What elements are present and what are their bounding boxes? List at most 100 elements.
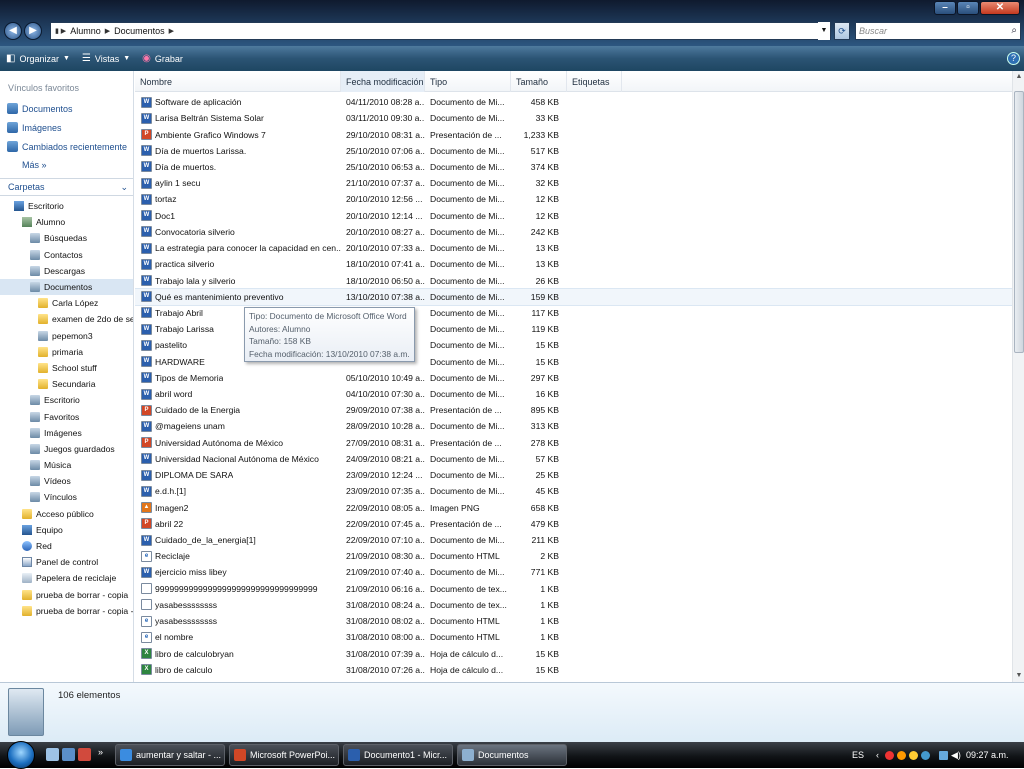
favorite-link-pictures[interactable]: Imágenes xyxy=(0,118,133,137)
back-button[interactable]: ◀ xyxy=(4,22,22,40)
tree-item[interactable]: Documentos xyxy=(0,278,133,296)
file-row[interactable]: Wpractica silverio 18/10/2010 07:41 a... D… xyxy=(135,256,1012,272)
task-button-explorer[interactable]: Documentos xyxy=(457,744,567,766)
security-icon[interactable] xyxy=(885,750,895,760)
tree-item[interactable]: Escritorio xyxy=(0,392,133,408)
tree-item[interactable]: Secundaria xyxy=(0,376,133,392)
tree-item[interactable]: Vínculos xyxy=(0,489,133,505)
scroll-down-icon[interactable]: ▼ xyxy=(1013,670,1024,682)
file-row[interactable]: W Cuidado_de_la_energia[1] 22/09/2010 07:1… xyxy=(135,532,1012,548)
breadcrumb-alumno[interactable]: Alumno xyxy=(70,26,101,36)
tree-item[interactable]: Red xyxy=(0,538,133,554)
scroll-up-icon[interactable]: ▲ xyxy=(1013,71,1024,83)
file-row[interactable]: W Día de muertos. 25/10/2010 06:53 a... Doc… xyxy=(135,159,1012,175)
search-icon[interactable]: ⌕ xyxy=(1011,25,1017,36)
file-row[interactable]: yasabessssssss 31/08/2010 08:24 a... Docum… xyxy=(135,597,1012,613)
tree-item[interactable]: Escritorio xyxy=(0,198,133,214)
file-row[interactable]: W Doc1 20/10/2010 12:14 ... Documento de Mi… xyxy=(135,208,1012,224)
file-row[interactable]: e el nombre 31/08/2010 08:00 a... Documento… xyxy=(135,629,1012,645)
file-row[interactable]: P Universidad Autónoma de México 27/09/201… xyxy=(135,435,1012,451)
file-row[interactable]: W Software de aplicación 04/11/2010 08:28 … xyxy=(135,94,1012,110)
organize-button[interactable]: ◧ Organizar ▼ xyxy=(0,53,76,64)
favorite-link-documents[interactable]: Documentos xyxy=(0,99,133,118)
minimize-button[interactable]: – xyxy=(934,1,956,15)
media-player-icon[interactable] xyxy=(78,748,91,761)
refresh-button[interactable]: ⟳ xyxy=(834,22,850,40)
tree-item[interactable]: Juegos guardados xyxy=(0,441,133,457)
file-row[interactable]: W Tipos de Memoria 05/10/2010 10:49 a... Do… xyxy=(135,370,1012,386)
file-row[interactable]: W Convocatoria silverio 20/10/2010 08:27 a… xyxy=(135,224,1012,240)
tray-app-icon[interactable] xyxy=(921,750,931,760)
more-link[interactable]: Más » xyxy=(0,156,133,174)
folders-header[interactable]: Carpetas ⌄ xyxy=(0,178,133,196)
file-row[interactable]: W La estrategia para conocer la capacidad… xyxy=(135,240,1012,256)
address-dropdown-button[interactable]: ▼ xyxy=(818,22,830,40)
tree-item[interactable]: Alumno xyxy=(0,214,133,230)
start-button[interactable] xyxy=(7,741,35,769)
volume-icon[interactable]: ◀) xyxy=(951,750,961,761)
breadcrumb-documentos[interactable]: Documentos xyxy=(114,26,165,36)
forward-button[interactable]: ▶ xyxy=(24,22,42,40)
network-icon[interactable] xyxy=(939,750,949,760)
file-row[interactable]: W Trabajo lala y silverio 18/10/2010 06:50… xyxy=(135,272,1012,288)
tree-item[interactable]: School stuff xyxy=(0,360,133,376)
tree-item[interactable]: Imágenes xyxy=(0,425,133,441)
file-row[interactable]: W DIPLOMA DE SARA 23/09/2010 12:24 ... Docu… xyxy=(135,467,1012,483)
tree-item[interactable]: Descargas xyxy=(0,263,133,279)
tree-item[interactable]: Contactos xyxy=(0,247,133,263)
file-row[interactable]: Xlibro de calculobryan 31/08/2010 07:39 a… xyxy=(135,645,1012,661)
search-input[interactable]: Buscar ⌕ xyxy=(855,22,1021,40)
file-row[interactable]: e yasabessssssss 31/08/2010 08:02 a... Docu… xyxy=(135,613,1012,629)
file-row[interactable]: Pabril 22 22/09/2010 07:45 a... Presentaci… xyxy=(135,516,1012,532)
file-row[interactable]: W Universidad Nacional Autónoma de México… xyxy=(135,451,1012,467)
maximize-button[interactable]: ▫ xyxy=(957,1,979,15)
file-row[interactable]: W Larisa Beltrán Sistema Solar 03/11/2010 … xyxy=(135,110,1012,126)
tree-item[interactable]: Equipo xyxy=(0,522,133,538)
tree-item[interactable]: Vídeos xyxy=(0,473,133,489)
column-date-modified[interactable]: Fecha modificación xyxy=(341,71,425,92)
file-row[interactable]: W Día de muertos Larissa. 25/10/2010 07:06… xyxy=(135,143,1012,159)
address-bar[interactable]: ▮ ▶ Alumno ▶ Documentos ▶ xyxy=(50,22,831,40)
task-button-powerpoint[interactable]: Microsoft PowerPoi... xyxy=(229,744,339,766)
file-row[interactable]: We.d.h.[1] 23/09/2010 07:35 a... Documento… xyxy=(135,483,1012,499)
show-desktop-icon[interactable] xyxy=(46,748,59,761)
file-row[interactable]: Wejercicio miss libey 21/09/2010 07:40 a.… xyxy=(135,564,1012,580)
file-row[interactable]: 9999999999999999999999999999999999 21/09/… xyxy=(135,581,1012,597)
file-row[interactable]: Wabril word 04/10/2010 07:30 a... Document… xyxy=(135,386,1012,402)
vertical-scrollbar[interactable]: ▲ ▼ xyxy=(1012,71,1024,682)
tree-item[interactable]: prueba de borrar - copia - xyxy=(0,603,133,619)
favorite-link-recent[interactable]: Cambiados recientemente xyxy=(0,137,133,156)
quicklaunch-overflow-icon[interactable]: » xyxy=(98,747,103,757)
file-row[interactable]: P Ambiente Grafico Windows 7 29/10/2010 08… xyxy=(135,126,1012,142)
switch-windows-icon[interactable] xyxy=(62,748,75,761)
views-button[interactable]: ☰ Vistas ▼ xyxy=(76,53,136,64)
help-icon[interactable]: ? xyxy=(1007,52,1020,65)
burn-button[interactable]: ◉ Grabar xyxy=(136,53,189,64)
tree-item[interactable]: examen de 2do de sec xyxy=(0,311,133,327)
file-row[interactable]: e Reciclaje 21/09/2010 08:30 a... Documento… xyxy=(135,548,1012,564)
file-row[interactable]: Waylin 1 secu 21/10/2010 07:37 a... Docume… xyxy=(135,175,1012,191)
tree-item[interactable]: Panel de control xyxy=(0,554,133,570)
tree-item[interactable]: pepemon3 xyxy=(0,328,133,344)
tree-item[interactable]: Acceso público xyxy=(0,506,133,522)
tree-item[interactable]: primaria xyxy=(0,344,133,360)
column-tags[interactable]: Etiquetas xyxy=(567,71,622,92)
tree-item[interactable]: Música xyxy=(0,457,133,473)
close-button[interactable]: ✕ xyxy=(980,1,1020,15)
language-indicator[interactable]: ES xyxy=(852,750,864,760)
tree-item[interactable]: Favoritos xyxy=(0,408,133,424)
tree-item[interactable]: Carla López xyxy=(0,295,133,311)
tree-item[interactable]: Papelera de reciclaje xyxy=(0,570,133,586)
scrollbar-thumb[interactable] xyxy=(1014,91,1024,353)
file-row[interactable]: P Cuidado de la Energia 29/09/2010 07:38 a… xyxy=(135,402,1012,418)
file-row[interactable]: Wtortaz 20/10/2010 12:56 ... Documento de … xyxy=(135,191,1012,207)
tree-item[interactable]: prueba de borrar - copia xyxy=(0,587,133,603)
column-type[interactable]: Tipo xyxy=(425,71,511,92)
task-button-word[interactable]: Documento1 - Micr... xyxy=(343,744,453,766)
column-size[interactable]: Tamaño xyxy=(511,71,567,92)
update-icon[interactable] xyxy=(897,750,907,760)
file-row[interactable]: ▲ Imagen2 22/09/2010 08:05 a... Imagen PNG 6… xyxy=(135,499,1012,515)
tray-expand-icon[interactable]: ‹ xyxy=(876,750,879,760)
file-row[interactable]: Xlibro de calculo 31/08/2010 07:26 a... Ho… xyxy=(135,662,1012,678)
tray-app-icon[interactable] xyxy=(909,750,919,760)
